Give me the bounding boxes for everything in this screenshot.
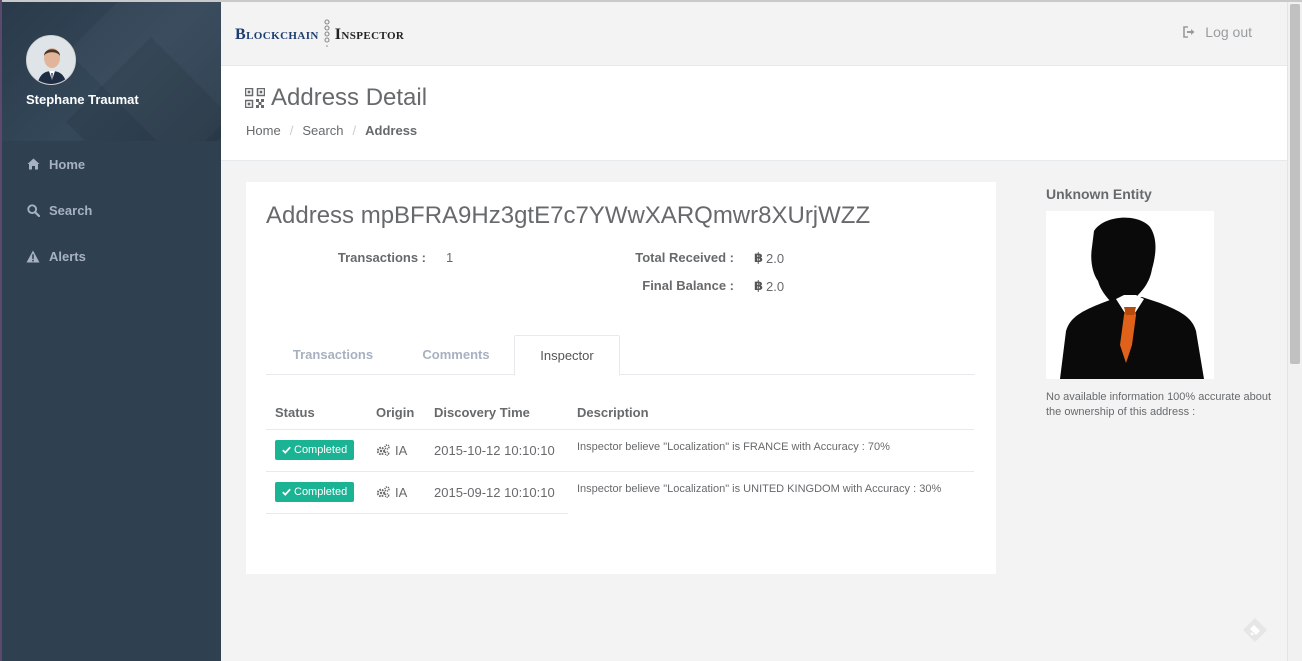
check-icon [282,488,291,496]
origin-cell: IA [367,429,425,472]
tab-bar: Transactions Comments Inspector [266,335,975,376]
breadcrumb: Home / Search / Address [246,123,417,138]
column-origin: Origin [367,397,425,430]
column-status: Status [266,397,367,430]
logout-button[interactable]: Log out [1183,24,1252,40]
page-heading: Address Detail Home / Search / Address [221,66,1287,161]
breadcrumb-separator: / [352,123,357,138]
window-left-border [0,0,2,661]
breadcrumb-address: Address [365,123,418,138]
description-cell: Inspector believe "Localization" is UNIT… [577,482,942,495]
page-title: Address Detail [245,84,427,112]
bitcoin-icon: ฿ [754,278,764,293]
sidebar: Stephane Traumat Home Search Alerts [2,2,221,661]
status-badge-label: Completed [294,486,348,498]
chain-icon [323,19,331,50]
total-received: ฿ 2.0 [754,250,784,266]
entity-note: No available information 100% accurate a… [1046,391,1272,418]
tab-inspector[interactable]: Inspector [514,335,620,376]
address-panel: Address mpBFRA9Hz3gtE7c7YWwXARQmwr8XUrjW… [246,182,996,574]
description-cell: Inspector believe "Localization" is FRAN… [568,429,974,472]
sidebar-item-alerts[interactable]: Alerts [2,233,221,279]
check-icon [282,446,291,454]
feedback-icon[interactable] [1242,617,1268,646]
logo-text-right: Inspector [334,25,405,43]
address-title: Address mpBFRA9Hz3gtE7c7YWwXARQmwr8XUrjW… [266,202,871,229]
qrcode-icon [245,88,265,108]
tab-comments[interactable]: Comments [400,335,512,375]
final-balance-value: 2.0 [766,278,785,294]
sidebar-item-search[interactable]: Search [2,187,221,233]
inspector-table: Status Origin Discovery Time Description… [266,397,974,514]
status-badge-label: Completed [294,444,348,456]
status-cell: Completed [266,471,367,514]
sidebar-item-label: Search [49,202,93,218]
top-header: Blockchain Inspector Log out [221,2,1287,66]
logo-text-left: Blockchain [235,25,319,43]
origin-label: IA [395,442,408,458]
sidebar-item-label: Alerts [49,248,86,264]
table-row[interactable]: Completed IA 2015-10-12 10:10:10 Inspect… [266,429,974,472]
app-logo[interactable]: Blockchain Inspector [235,19,404,50]
transactions-value: 1 [446,250,454,265]
status-badge: Completed [275,440,355,460]
sign-out-icon [1183,26,1195,38]
final-balance-label: Final Balance : [642,278,734,293]
sidebar-nav: Home Search Alerts [2,141,221,279]
gears-icon [376,444,390,456]
logout-label: Log out [1205,24,1252,40]
discovery-time-cell: 2015-09-12 10:10:10 [425,471,568,514]
column-description: Description [568,397,974,430]
search-icon [26,203,40,217]
page-title-text: Address Detail [271,84,428,111]
discovery-time-cell: 2015-10-12 10:10:10 [425,429,568,472]
scrollbar-thumb[interactable] [1290,4,1300,364]
avatar[interactable] [26,35,76,85]
tab-transactions[interactable]: Transactions [274,335,392,375]
unknown-entity-silhouette [1046,211,1214,379]
breadcrumb-separator: / [289,123,294,138]
sidebar-item-home[interactable]: Home [2,141,221,187]
entity-title: Unknown Entity [1046,186,1152,202]
table-row[interactable]: Completed IA 2015-09-12 10:10:10 Inspect… [266,471,974,514]
sidebar-item-label: Home [49,156,86,172]
final-balance: ฿ 2.0 [754,278,784,294]
column-discovery-time: Discovery Time [425,397,568,430]
origin-label: IA [395,484,408,500]
table-header-row: Status Origin Discovery Time Description [266,397,974,430]
warning-icon [26,249,40,263]
bitcoin-icon: ฿ [754,250,764,265]
breadcrumb-search[interactable]: Search [302,123,343,138]
origin-cell: IA [367,471,425,514]
status-badge: Completed [275,482,355,502]
total-received-label: Total Received : [635,250,734,265]
total-received-value: 2.0 [766,250,785,266]
user-name[interactable]: Stephane Traumat [26,92,139,107]
status-cell: Completed [266,429,367,472]
breadcrumb-home[interactable]: Home [246,123,281,138]
gears-icon [376,486,390,498]
profile-header: Stephane Traumat [2,2,221,141]
home-icon [26,157,40,171]
transactions-label: Transactions : [337,250,426,265]
